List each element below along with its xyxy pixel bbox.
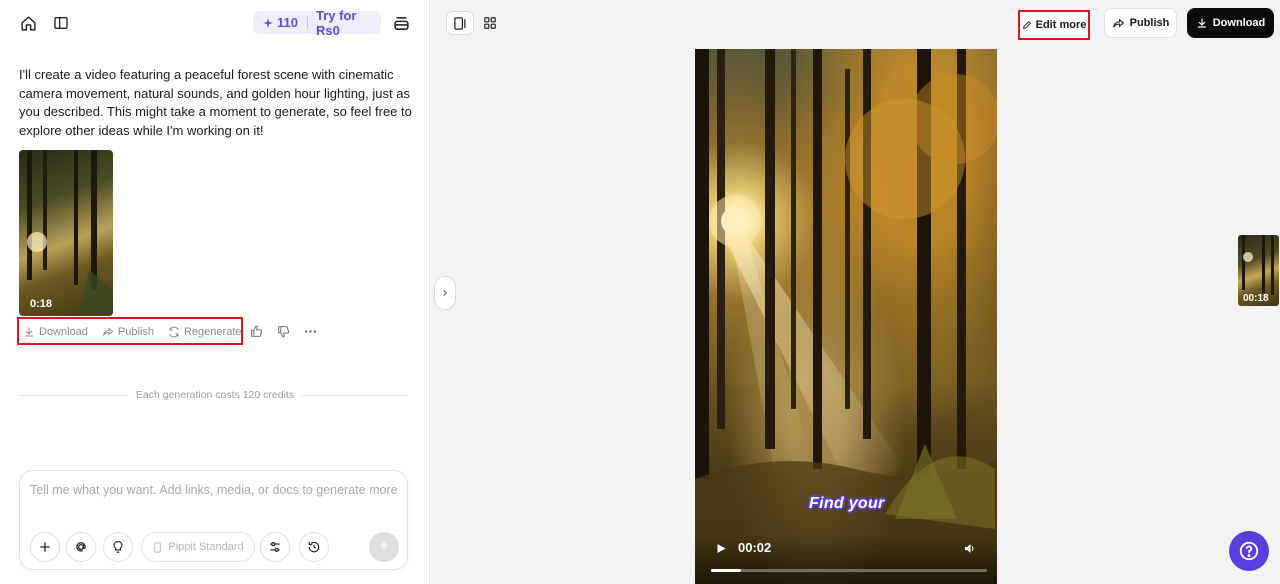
chevron-right-icon — [443, 289, 448, 297]
mention-button[interactable] — [66, 532, 96, 562]
download-icon — [25, 327, 33, 336]
video-subtitle: Find your — [809, 495, 885, 512]
sidebar-toggle-icon[interactable] — [51, 13, 71, 33]
regenerate-action[interactable]: Regenerate — [168, 326, 242, 338]
play-icon[interactable] — [715, 542, 727, 560]
credits-value: 110 — [277, 15, 298, 30]
single-view-button[interactable] — [446, 11, 474, 35]
publish-action-label: Publish — [117, 325, 154, 338]
credits-pill[interactable]: 110 Try for Rs0 — [253, 8, 381, 38]
download-label: Download — [1212, 17, 1266, 29]
thumbs-up-icon[interactable] — [249, 324, 263, 338]
grid-view-button[interactable] — [476, 11, 504, 35]
plus-icon — [40, 542, 50, 552]
single-view-icon — [453, 16, 465, 30]
more-options-icon[interactable] — [303, 324, 317, 338]
progress-fill — [711, 569, 742, 572]
edit-more-button[interactable]: Edit more — [1018, 10, 1090, 40]
volume-icon[interactable] — [963, 542, 977, 560]
share-icon — [102, 326, 114, 336]
add-attachment-button[interactable] — [30, 532, 60, 562]
layers-icon[interactable] — [392, 13, 410, 33]
share-icon — [1112, 18, 1124, 28]
lightbulb-icon — [113, 541, 123, 553]
credits-count: 110 — [253, 15, 308, 30]
video-thumbnail[interactable]: 0:18 — [19, 150, 113, 316]
assistant-message: I'll create a video featuring a peaceful… — [19, 67, 412, 138]
regenerate-action-label: Regenerate — [184, 325, 242, 338]
message-actions: Download Publish Regenerate — [18, 318, 256, 345]
chat-panel: 110 Try for Rs0 I'll create a video feat… — [0, 0, 430, 584]
send-button[interactable] — [369, 532, 399, 562]
video-player[interactable]: Find your 00:02 — [695, 49, 997, 584]
prompt-input[interactable]: Tell me what you want. Add links, media,… — [30, 483, 398, 497]
preview-area: Edit more Publish Download Find your 00:… — [431, 0, 1280, 584]
history-button[interactable] — [299, 532, 329, 562]
download-button[interactable]: Download — [1187, 8, 1274, 38]
model-selector[interactable]: Pippit Standard — [141, 532, 255, 562]
edit-more-label: Edit more — [1035, 19, 1087, 31]
publish-label: Publish — [1129, 17, 1170, 29]
question-mark-icon — [1239, 541, 1259, 561]
publish-button[interactable]: Publish — [1104, 8, 1177, 38]
sparkle-icon — [263, 17, 273, 28]
at-sign-icon — [76, 542, 86, 552]
side-video-thumbnail[interactable]: 00:18 — [1238, 235, 1279, 306]
home-icon[interactable] — [18, 13, 38, 33]
inspiration-button[interactable] — [103, 532, 133, 562]
side-thumb-duration: 00:18 — [1243, 293, 1269, 304]
progress-track[interactable] — [711, 569, 987, 572]
prompt-composer: Tell me what you want. Add links, media,… — [19, 470, 408, 570]
download-action[interactable]: Download — [23, 326, 88, 338]
phone-icon — [154, 541, 162, 553]
chat-topbar: 110 Try for Rs0 — [0, 0, 430, 46]
settings-button[interactable] — [260, 532, 290, 562]
thumbnail-duration: 0:18 — [30, 298, 53, 310]
forest-thumbnail-art — [27, 150, 113, 316]
arrow-up-icon — [380, 542, 388, 551]
help-button[interactable] — [1229, 531, 1269, 571]
current-time: 00:02 — [738, 540, 772, 555]
expand-panel-handle[interactable] — [434, 276, 456, 310]
publish-action[interactable]: Publish — [102, 326, 154, 338]
download-icon — [1197, 18, 1206, 28]
pencil-icon — [1022, 21, 1031, 29]
sliders-icon — [270, 542, 280, 552]
thumbs-down-icon[interactable] — [276, 324, 290, 338]
try-free-link[interactable]: Try for Rs0 — [308, 8, 381, 38]
grid-icon — [484, 17, 496, 29]
cost-note: Each generation costs 120 credits — [135, 389, 295, 401]
history-icon — [308, 541, 320, 553]
model-name: Pippit Standard — [168, 541, 244, 553]
refresh-icon — [169, 326, 179, 337]
download-action-label: Download — [39, 325, 88, 338]
